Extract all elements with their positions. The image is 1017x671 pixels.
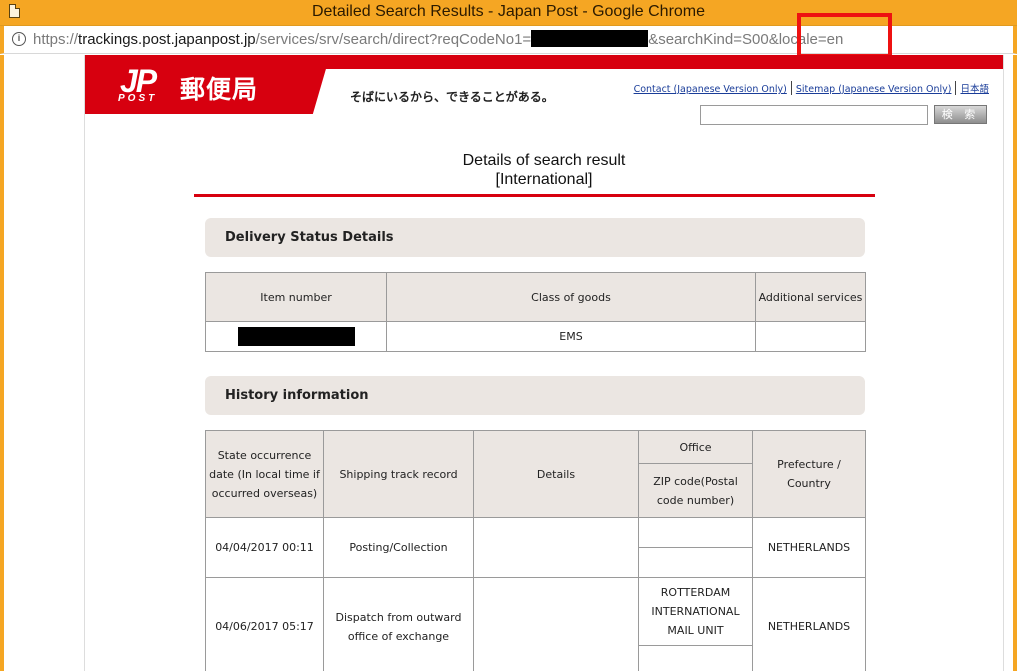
page-content: JP POST 郵便局 そばにいるから、できることがある。 Contact (J…: [84, 55, 1004, 671]
delivery-status-table: Item number Class of goods Additional se…: [205, 272, 866, 352]
history-heading: History information: [205, 376, 865, 415]
additional-services-cell: [755, 321, 866, 352]
title-underline: [194, 194, 875, 197]
history-table: State occurrence date (In local time if …: [205, 430, 866, 671]
track-record-cell: Dispatch from outward office of exchange: [323, 577, 474, 671]
table-header-row: Item number Class of goods Additional se…: [205, 272, 866, 322]
table-row: 04/06/2017 05:17 Dispatch from outward o…: [205, 577, 866, 671]
url-host: trackings.post.japanpost.jp: [78, 31, 256, 48]
redacted-tracking-number: [531, 30, 649, 47]
col-additional-services: Additional services: [755, 272, 866, 322]
sitemap-link[interactable]: Sitemap (Japanese Version Only): [796, 84, 952, 95]
url-query: &searchKind=S00: [648, 31, 769, 48]
link-separator: [955, 81, 957, 95]
col-zip: ZIP code(Postal code number): [638, 463, 753, 518]
col-office: Office: [638, 430, 753, 464]
page-title-line2: [International]: [495, 171, 593, 188]
col-details: Details: [473, 430, 639, 518]
page-title: Details of search result [International]: [85, 151, 1003, 189]
prefecture-cell: NETHERLANDS: [752, 517, 866, 578]
details-cell: [473, 517, 639, 578]
col-item-number: Item number: [205, 272, 387, 322]
link-separator: [790, 81, 792, 95]
date-cell: 04/04/2017 00:11: [205, 517, 324, 578]
zip-cell: [638, 547, 753, 578]
class-of-goods-cell: EMS: [386, 321, 756, 352]
table-row: 04/04/2017 00:11 Posting/Collection NETH…: [205, 517, 866, 578]
details-cell: [473, 577, 639, 671]
url-path: /services/srv/search/direct?reqCodeNo1=: [255, 31, 532, 48]
office-cell: [638, 517, 753, 548]
site-search-input[interactable]: [700, 105, 928, 125]
logo-post-text: POST: [118, 93, 158, 104]
contact-link[interactable]: Contact (Japanese Version Only): [634, 84, 787, 95]
header-tagline: そばにいるから、できることがある。: [350, 90, 554, 104]
delivery-status-heading: Delivery Status Details: [205, 218, 865, 257]
info-icon[interactable]: i: [12, 32, 26, 46]
locale-highlight-box: [797, 13, 892, 58]
table-header-row: State occurrence date (In local time if …: [205, 430, 866, 518]
browser-viewport: JP POST 郵便局 そばにいるから、できることがある。 Contact (J…: [0, 55, 1017, 671]
track-record-cell: Posting/Collection: [323, 517, 474, 578]
logo-name-text: 郵便局: [180, 75, 259, 104]
prefecture-cell: NETHERLANDS: [752, 577, 866, 671]
item-number-cell: [205, 321, 387, 352]
office-cell: ROTTERDAM INTERNATIONAL MAIL UNIT: [638, 577, 753, 646]
col-date: State occurrence date (In local time if …: [205, 430, 324, 518]
site-search-button[interactable]: 検 索: [934, 105, 987, 124]
col-class-of-goods: Class of goods: [386, 272, 756, 322]
url-text[interactable]: https://trackings.post.japanpost.jp/serv…: [33, 30, 843, 48]
japanese-link[interactable]: 日本語: [960, 84, 989, 95]
url-scheme: https://: [33, 31, 79, 48]
header-links: Contact (Japanese Version Only) Sitemap (…: [634, 81, 989, 95]
col-track-record: Shipping track record: [323, 430, 474, 518]
date-cell: 04/06/2017 05:17: [205, 577, 324, 671]
col-prefecture: Prefecture / Country: [752, 430, 866, 518]
japan-post-logo[interactable]: JP POST 郵便局: [85, 55, 330, 114]
table-row: EMS: [205, 321, 866, 352]
redacted-item-number: [237, 327, 355, 347]
page-title-line1: Details of search result: [462, 152, 626, 169]
zip-cell: [638, 645, 753, 671]
